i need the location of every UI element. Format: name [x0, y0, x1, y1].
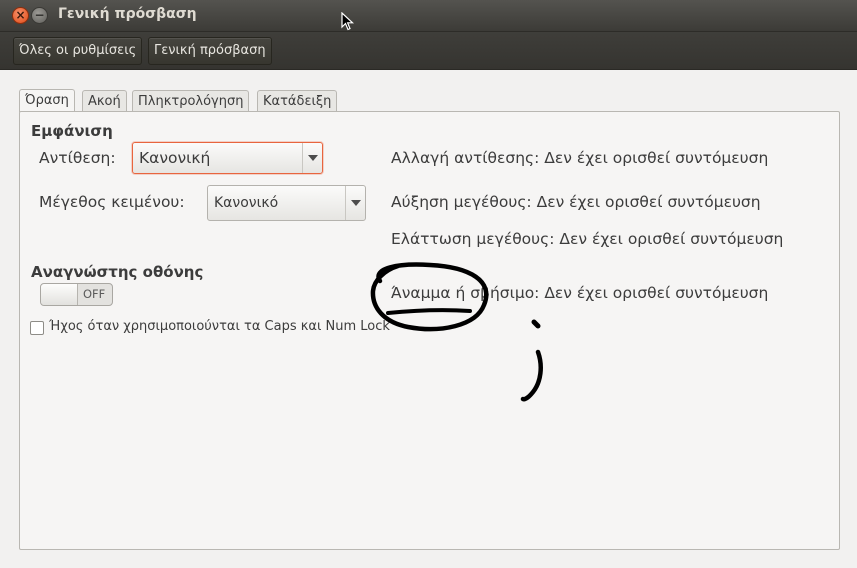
- chevron-down-icon: [302, 143, 322, 173]
- text-size-combo[interactable]: Κανονικό: [207, 185, 366, 221]
- chevron-down-icon: [345, 186, 365, 220]
- contrast-combo[interactable]: Κανονική: [132, 142, 323, 174]
- decrease-size-shortcut: Ελάττωση μεγέθους: Δεν έχει ορισθεί συντ…: [391, 230, 784, 248]
- caps-lock-sound-label: Ήχος όταν χρησιμοποιούνται τα Caps και N…: [49, 319, 390, 334]
- text-size-value: Κανονικό: [214, 195, 279, 211]
- title-bar: × − Γενική πρόσβαση: [0, 0, 857, 32]
- window-title: Γενική πρόσβαση: [58, 6, 197, 22]
- tab-seeing[interactable]: Όραση: [19, 89, 75, 112]
- universal-access-crumb[interactable]: Γενική πρόσβαση: [148, 37, 272, 65]
- contrast-label: Αντίθεση:: [39, 149, 116, 167]
- switch-state-label: OFF: [83, 287, 106, 301]
- minimize-icon[interactable]: −: [31, 7, 48, 24]
- tab-pointing-clicking[interactable]: Κατάδειξη και κλικ: [257, 90, 338, 130]
- contrast-value: Κανονική: [139, 149, 211, 167]
- close-icon[interactable]: ×: [12, 7, 29, 24]
- screen-reader-heading: Αναγνώστης οθόνης: [31, 263, 204, 281]
- mouse-cursor-icon: [341, 12, 355, 31]
- increase-size-shortcut: Αύξηση μεγέθους: Δεν έχει ορισθεί συντόμ…: [391, 193, 761, 211]
- caps-lock-sound-checkbox[interactable]: [30, 321, 44, 335]
- breadcrumb: Όλες οι ρυθμίσεις Γενική πρόσβαση: [0, 32, 857, 70]
- tab-hearing[interactable]: Ακοή: [82, 90, 127, 112]
- contrast-shortcut: Αλλαγή αντίθεσης: Δεν έχει ορισθεί συντό…: [391, 149, 769, 167]
- switch-knob: [41, 284, 78, 305]
- all-settings-button[interactable]: Όλες οι ρυθμίσεις: [13, 37, 143, 65]
- tab-typing[interactable]: Πληκτρολόγηση: [132, 90, 250, 112]
- appearance-heading: Εμφάνιση: [31, 122, 113, 140]
- screen-reader-switch[interactable]: OFF: [40, 283, 113, 306]
- text-size-label: Μέγεθος κειμένου:: [39, 193, 185, 211]
- toggle-shortcut: Άναμμα ή σβήσιμο: Δεν έχει ορισθεί συντό…: [391, 284, 769, 302]
